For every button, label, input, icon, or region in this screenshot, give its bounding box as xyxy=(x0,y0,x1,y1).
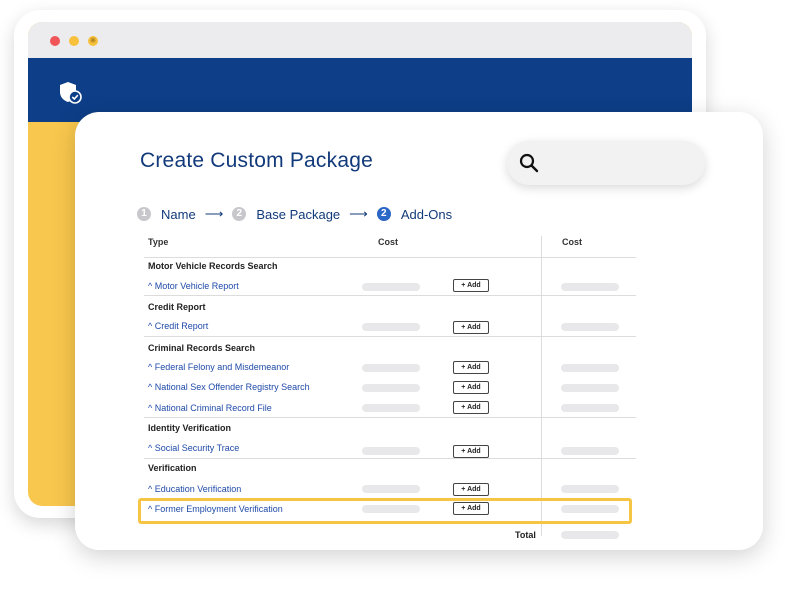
row-divider xyxy=(144,417,636,418)
column-header-type: Type xyxy=(148,237,169,247)
progress-stepper: 1 Name ⟶ 2 Base Package ⟶ 2 Add-Ons xyxy=(137,203,461,225)
add-on-link[interactable]: ^ Education Verification xyxy=(148,484,241,494)
add-on-link[interactable]: ^ Former Employment Verification xyxy=(148,504,283,514)
cost-placeholder xyxy=(561,323,619,331)
cost-placeholder xyxy=(362,404,420,412)
row-divider xyxy=(144,336,636,337)
add-on-link[interactable]: ^ National Sex Offender Registry Search xyxy=(148,382,310,392)
step-arrow-icon: ⟶ xyxy=(204,206,224,221)
cost-placeholder xyxy=(362,283,420,291)
step-1-number: 1 xyxy=(137,207,151,221)
section-title: Motor Vehicle Records Search xyxy=(148,261,278,271)
add-on-link[interactable]: ^ Social Security Trace xyxy=(148,443,239,453)
cost-placeholder xyxy=(362,505,420,513)
custom-package-card: Create Custom Package 1 Name ⟶ 2 Base Pa… xyxy=(75,112,763,550)
browser-titlebar: ✳ xyxy=(28,22,692,58)
close-window-dot[interactable] xyxy=(50,36,60,46)
add-button[interactable]: + Add xyxy=(453,483,489,496)
add-on-link[interactable]: ^ National Criminal Record File xyxy=(148,403,272,413)
cost-placeholder xyxy=(561,485,619,493)
shield-check-icon xyxy=(60,82,82,104)
cost-placeholder xyxy=(561,404,619,412)
add-button[interactable]: + Add xyxy=(453,321,489,334)
cost-placeholder xyxy=(561,384,619,392)
search-input[interactable] xyxy=(507,141,705,185)
add-on-link[interactable]: ^ Federal Felony and Misdemeanor xyxy=(148,362,289,372)
step-2-number: 2 xyxy=(232,207,247,221)
column-divider xyxy=(541,236,542,536)
cost-placeholder xyxy=(561,364,619,372)
step-add-ons-label[interactable]: Add-Ons xyxy=(401,207,452,222)
step-arrow-icon: ⟶ xyxy=(349,206,368,221)
section-title: Verification xyxy=(148,463,197,473)
cost-placeholder xyxy=(561,505,619,513)
cost-placeholder xyxy=(362,447,420,455)
maximize-window-dot[interactable]: ✳ xyxy=(88,36,98,46)
add-button[interactable]: + Add xyxy=(453,279,489,292)
add-button[interactable]: + Add xyxy=(453,401,489,414)
column-header-cost-2: Cost xyxy=(562,237,582,247)
add-on-link[interactable]: ^ Credit Report xyxy=(148,321,208,331)
cost-placeholder xyxy=(362,364,420,372)
add-button[interactable]: + Add xyxy=(453,502,489,515)
total-label: Total xyxy=(515,530,536,540)
row-divider xyxy=(144,458,636,459)
step-name-label[interactable]: Name xyxy=(161,207,196,222)
step-base-package-label[interactable]: Base Package xyxy=(256,207,340,222)
total-cost-placeholder xyxy=(561,531,619,539)
section-title: Identity Verification xyxy=(148,423,232,433)
add-button[interactable]: + Add xyxy=(453,445,489,458)
add-button[interactable]: + Add xyxy=(453,381,489,394)
page-title: Create Custom Package xyxy=(140,149,373,172)
add-button[interactable]: + Add xyxy=(453,361,489,374)
row-divider xyxy=(144,295,636,296)
minimize-window-dot[interactable] xyxy=(69,36,79,46)
cost-placeholder xyxy=(362,323,420,331)
row-divider xyxy=(144,257,636,258)
search-icon xyxy=(519,153,539,173)
cost-placeholder xyxy=(561,447,619,455)
cost-placeholder xyxy=(362,485,420,493)
cost-placeholder xyxy=(561,283,619,291)
section-title: Credit Report xyxy=(148,302,206,312)
cost-placeholder xyxy=(362,384,420,392)
column-header-cost: Cost xyxy=(378,237,398,247)
step-3-number: 2 xyxy=(376,207,391,221)
add-on-link[interactable]: ^ Motor Vehicle Report xyxy=(148,281,239,291)
section-title: Criminal Records Search xyxy=(148,343,256,353)
